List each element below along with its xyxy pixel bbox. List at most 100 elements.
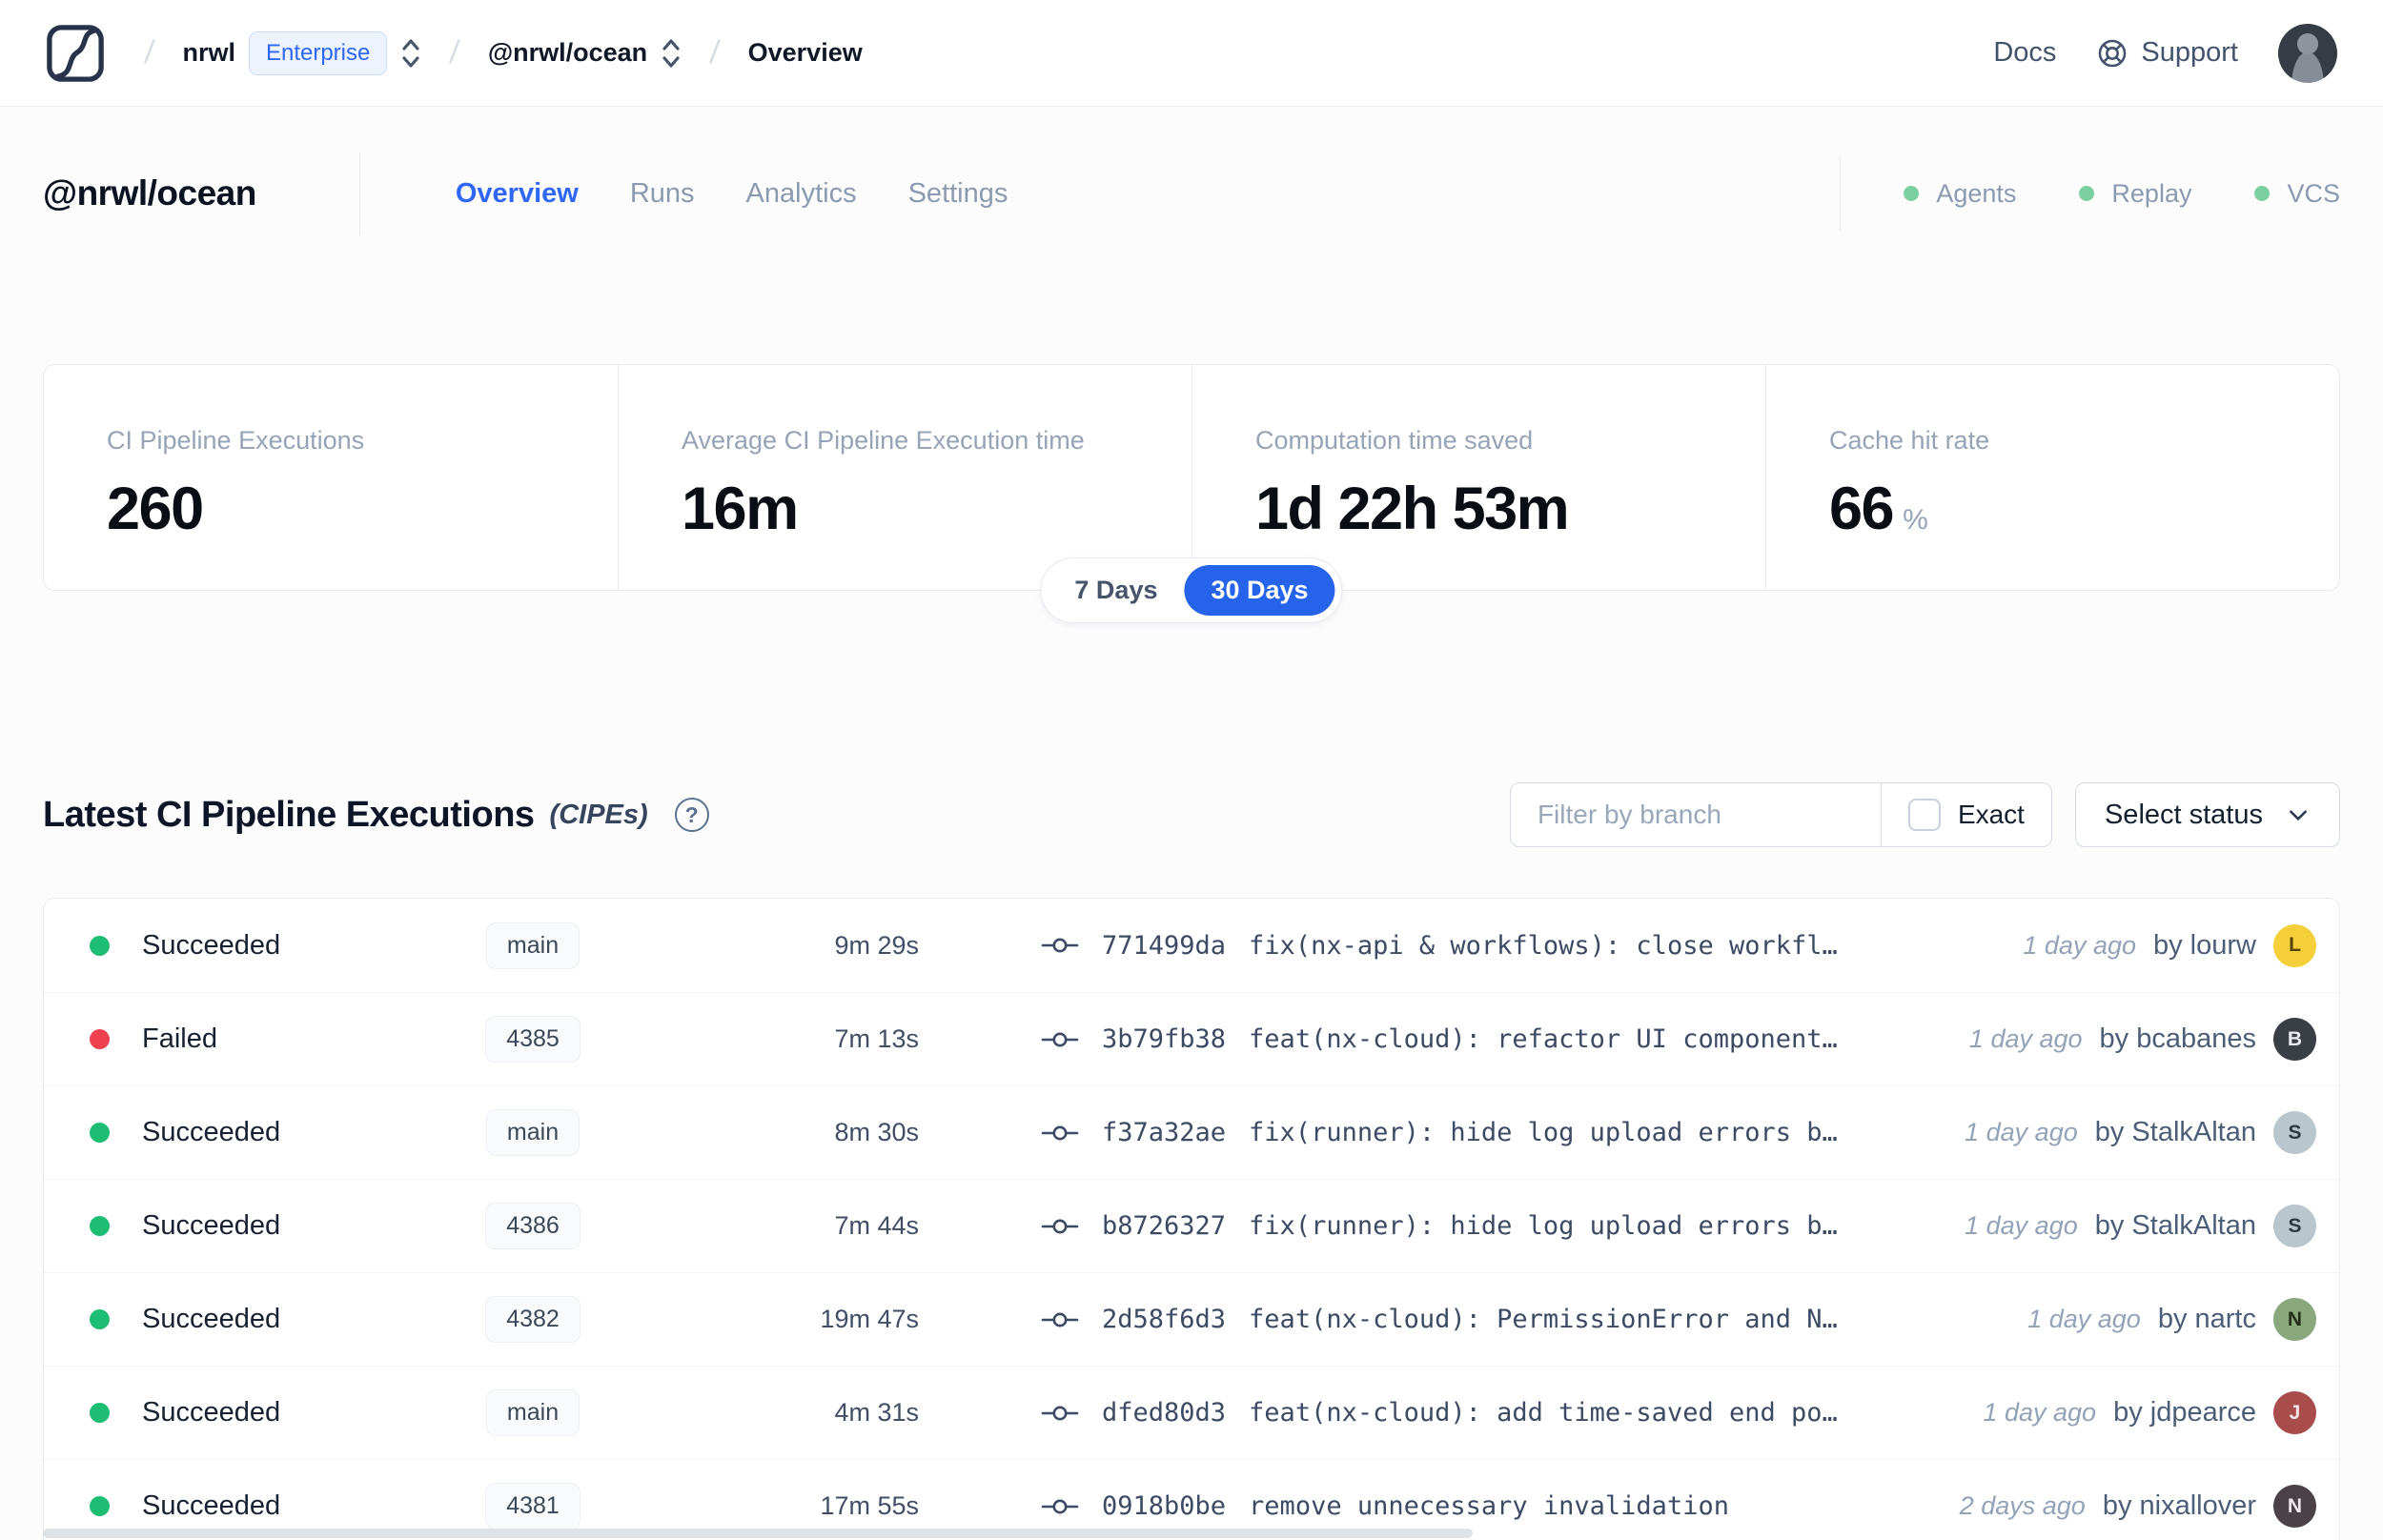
support-label: Support (2141, 37, 2238, 68)
user-avatar[interactable] (2278, 23, 2337, 83)
row-timestamp: 1 day ago (1965, 1211, 2078, 1240)
commit-message: feat(nx-cloud): PermissionError and N… (1249, 1305, 1838, 1334)
row-author: by nartc (2157, 1304, 2256, 1334)
commit-message: fix(runner): hide log upload errors b… (1249, 1211, 1838, 1241)
status-cell: Succeeded (90, 1304, 433, 1335)
range-7-days-button[interactable]: 7 Days (1048, 565, 1184, 616)
commit-message: feat(nx-cloud): refactor UI component… (1249, 1024, 1838, 1054)
cipe-table-row[interactable]: Failed 4385 7m 13s 3b79fb38 feat(nx-clou… (44, 992, 2339, 1085)
git-commit-icon (1041, 1312, 1079, 1327)
commit-hash: f37a32ae (1102, 1118, 1227, 1147)
row-timestamp: 1 day ago (1968, 1024, 2083, 1053)
cipe-table-body: Succeeded main 9m 29s 771499da fix(nx-ap… (43, 898, 2340, 1540)
status-agents[interactable]: Agents (1904, 179, 2016, 209)
cipe-table-row[interactable]: Succeeded 4382 19m 47s 2d58f6d3 feat(nx-… (44, 1272, 2339, 1366)
cipe-subtitle: (CIPEs) (549, 799, 648, 830)
cipe-title: Latest CI Pipeline Executions (43, 794, 535, 835)
row-timestamp: 1 day ago (2023, 930, 2136, 960)
row-avatar: N (2273, 1298, 2316, 1341)
row-duration: 7m 13s (834, 1024, 919, 1053)
enterprise-badge[interactable]: Enterprise (248, 30, 388, 75)
commit-message: feat(nx-cloud): add time-saved end po… (1249, 1398, 1838, 1428)
status-dot-icon (90, 1403, 110, 1423)
status-cell: Succeeded (90, 930, 433, 962)
status-dot-icon (90, 1309, 110, 1329)
git-commit-icon (1041, 1032, 1079, 1046)
tab-settings[interactable]: Settings (908, 178, 1008, 210)
row-avatar: L (2273, 923, 2316, 967)
status-replay[interactable]: Replay (2079, 179, 2191, 209)
cipe-table-row[interactable]: Succeeded main 4m 31s dfed80d3 feat(nx-c… (44, 1366, 2339, 1459)
date-range-toggle: 7 Days 30 Days (1040, 557, 1343, 623)
row-author: by jdpearce (2113, 1397, 2256, 1428)
row-meta: 1 day ago by nartc N (2005, 1298, 2316, 1341)
commit-cell: dfed80d3 feat(nx-cloud): add time-saved … (1041, 1398, 1960, 1428)
branch-badge: main (485, 922, 580, 969)
stat-label: Cache hit rate (1829, 426, 1990, 455)
breadcrumb-separator: / (143, 34, 156, 71)
stat-label: CI Pipeline Executions (107, 426, 365, 455)
breadcrumb-org[interactable]: nrwl (182, 38, 235, 68)
stat-card-avg-time: Average CI Pipeline Execution time 16m (618, 365, 1192, 590)
exact-checkbox[interactable] (1907, 799, 1941, 831)
support-link[interactable]: Support (2096, 37, 2238, 70)
stat-value: 1d 22h 53m (1255, 476, 1570, 542)
top-nav: / nrwl Enterprise / @nrwl/ocean / Overvi… (0, 0, 2383, 107)
cipe-table-row[interactable]: Succeeded main 8m 30s f37a32ae fix(runne… (44, 1085, 2339, 1179)
help-icon[interactable]: ? (674, 798, 709, 832)
workspace-selector-icon[interactable] (661, 34, 682, 72)
cipe-table-row[interactable]: Succeeded 4386 7m 44s b8726327 fix(runne… (44, 1179, 2339, 1272)
tab-runs[interactable]: Runs (630, 178, 695, 210)
divider (1840, 156, 1842, 231)
branch-filter-input[interactable] (1510, 783, 1881, 846)
branch-badge: 4382 (485, 1296, 580, 1343)
status-agents-label: Agents (1936, 178, 2017, 208)
exact-label: Exact (1957, 800, 2025, 829)
row-author: by StalkAltan (2094, 1210, 2256, 1241)
row-status-label: Succeeded (142, 1117, 281, 1147)
cipe-table-row[interactable]: Succeeded main 9m 29s 771499da fix(nx-ap… (44, 899, 2339, 992)
range-30-days-button[interactable]: 30 Days (1184, 565, 1335, 616)
nx-cloud-logo-icon[interactable] (46, 24, 105, 83)
org-selector-icon[interactable] (400, 34, 421, 72)
docs-link[interactable]: Docs (1993, 37, 2056, 69)
breadcrumb-workspace[interactable]: @nrwl/ocean (488, 38, 647, 68)
row-timestamp: 1 day ago (1965, 1118, 2078, 1146)
row-avatar: J (2273, 1391, 2316, 1434)
status-cell: Failed (90, 1023, 433, 1055)
status-dot-icon (90, 1029, 110, 1049)
status-vcs[interactable]: VCS (2254, 179, 2340, 209)
horizontal-scrollbar-thumb[interactable] (43, 1529, 1473, 1538)
commit-cell: f37a32ae fix(runner): hide log upload er… (1041, 1118, 1942, 1147)
tab-overview[interactable]: Overview (456, 178, 579, 210)
tab-analytics[interactable]: Analytics (746, 178, 857, 210)
commit-cell: 0918b0be remove unnecessary invalidation (1041, 1491, 1937, 1521)
branch-badge: 4385 (485, 1016, 580, 1063)
row-author: by nixallover (2102, 1490, 2256, 1521)
status-cell: Succeeded (90, 1490, 433, 1522)
git-commit-icon (1041, 1219, 1079, 1233)
breadcrumb-page: Overview (747, 38, 863, 67)
commit-hash: 2d58f6d3 (1102, 1305, 1227, 1334)
lifebuoy-icon (2099, 39, 2127, 67)
stat-value: 66% (1829, 476, 1928, 542)
commit-hash: b8726327 (1102, 1211, 1227, 1241)
row-duration: 4m 31s (834, 1398, 919, 1427)
row-status-label: Succeeded (142, 1490, 281, 1521)
row-avatar: S (2273, 1111, 2316, 1154)
stat-value: 260 (107, 476, 204, 542)
branch-cell: main (433, 1109, 633, 1156)
breadcrumb: / nrwl Enterprise / @nrwl/ocean / Overvi… (143, 30, 863, 75)
row-author: by StalkAltan (2094, 1117, 2256, 1147)
stat-label: Average CI Pipeline Execution time (682, 426, 1085, 455)
row-meta: 1 day ago by StalkAltan S (1942, 1205, 2316, 1247)
git-commit-icon (1041, 1125, 1079, 1140)
row-timestamp: 1 day ago (1983, 1398, 2097, 1427)
branch-cell: 4381 (433, 1483, 633, 1530)
row-status-label: Failed (142, 1023, 217, 1054)
select-status-button[interactable]: Select status (2074, 782, 2340, 847)
row-author: by bcabanes (2099, 1023, 2256, 1054)
git-commit-icon (1041, 1499, 1079, 1513)
status-cell: Succeeded (90, 1117, 433, 1148)
row-status-label: Succeeded (142, 1210, 281, 1241)
